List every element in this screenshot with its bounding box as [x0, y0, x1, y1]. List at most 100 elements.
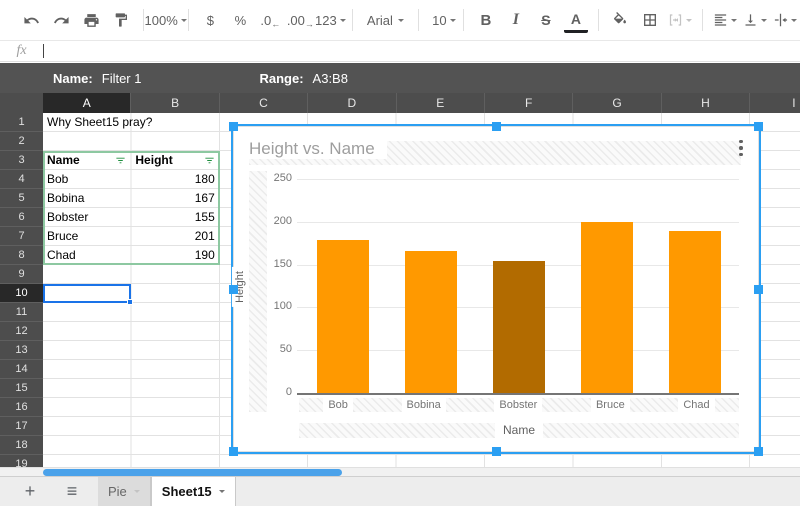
toolbar-separator [417, 9, 419, 31]
row-header-6[interactable]: 6 [0, 208, 43, 227]
text-color-button[interactable]: A [563, 7, 588, 33]
row-header-8[interactable]: 8 [0, 246, 43, 265]
cell-B6[interactable]: 155 [135, 208, 215, 227]
decrease-decimal-button[interactable]: .0 ← [258, 7, 282, 33]
row-header-17[interactable]: 17 [0, 417, 43, 436]
chart-resize-handle[interactable] [754, 122, 763, 131]
chart-resize-handle[interactable] [492, 122, 501, 131]
cell-B3[interactable]: Height [135, 151, 214, 170]
horizontal-scrollbar[interactable] [0, 467, 800, 476]
row-header-3[interactable]: 3 [0, 151, 43, 170]
cell-B4[interactable]: 180 [135, 170, 215, 189]
increase-decimal-button[interactable]: .00 → [287, 7, 314, 33]
borders-button[interactable] [638, 7, 662, 33]
row-header-13[interactable]: 13 [0, 341, 43, 360]
bar-bruce[interactable] [581, 222, 633, 394]
formula-bar[interactable]: fx [0, 40, 800, 62]
row-header-2[interactable]: 2 [0, 132, 43, 151]
zoom-select[interactable]: 100% [145, 7, 187, 33]
chart-menu-button[interactable] [732, 135, 750, 161]
column-header-I[interactable]: I [750, 93, 800, 113]
horizontal-scrollbar-thumb[interactable] [43, 469, 342, 476]
vertical-align-bottom-icon [745, 14, 756, 26]
filter-range-value[interactable]: A3:B8 [313, 71, 348, 86]
row-header-15[interactable]: 15 [0, 379, 43, 398]
row-header-4[interactable]: 4 [0, 170, 43, 189]
print-button[interactable] [79, 7, 103, 33]
filter-view-bar: Name: Filter 1 Range: A3:B8 [0, 63, 800, 93]
fill-handle[interactable] [127, 299, 134, 305]
row-header-16[interactable]: 16 [0, 398, 43, 417]
bar-bobina[interactable] [405, 251, 457, 394]
cell-A3[interactable]: Name [47, 151, 126, 170]
cell-B5[interactable]: 167 [135, 189, 215, 208]
sheet-tab-sheet15[interactable]: Sheet15 [150, 476, 236, 506]
cell-A5[interactable]: Bobina [47, 189, 126, 208]
row-header-1[interactable]: 1 [0, 113, 43, 132]
cell-A6[interactable]: Bobster [47, 208, 126, 227]
column-header-D[interactable]: D [308, 93, 397, 113]
add-sheet-button[interactable]: + [18, 481, 42, 502]
cell-B8[interactable]: 190 [135, 246, 215, 265]
bar-chad[interactable] [669, 231, 721, 394]
fill-color-icon [614, 12, 627, 24]
x-axis-labels: Bob Bobina Bobster Bruce Chad [299, 398, 739, 412]
redo-button[interactable] [49, 7, 73, 33]
font-select[interactable]: Arial [363, 7, 408, 33]
chart-container[interactable]: Height vs. Name Height 0 50 100 150 200 250 B… [229, 122, 763, 456]
chart-resize-handle[interactable] [229, 447, 238, 456]
text-rotation-select[interactable] [773, 7, 798, 33]
strikethrough-button[interactable]: S [534, 7, 558, 33]
y-tick-label: 150 [268, 257, 292, 270]
row-header-14[interactable]: 14 [0, 360, 43, 379]
format-percent-button[interactable]: % [228, 7, 252, 33]
chart-resize-handle[interactable] [229, 285, 238, 294]
sheet-tab-pie[interactable]: Pie [98, 476, 151, 506]
row-header-7[interactable]: 7 [0, 227, 43, 246]
active-cell-selection[interactable] [43, 284, 134, 305]
filter-icon[interactable] [204, 155, 215, 166]
filter-name-value[interactable]: Filter 1 [102, 71, 142, 86]
bar-bob[interactable] [317, 240, 369, 394]
horizontal-align-select[interactable] [713, 7, 738, 33]
chart-resize-handle[interactable] [229, 122, 238, 131]
bar-bobster[interactable] [493, 261, 545, 394]
redo-icon [53, 16, 69, 23]
number-format-select[interactable]: 123 [315, 7, 346, 33]
undo-button[interactable] [19, 7, 43, 33]
toolbar-separator [187, 9, 189, 31]
italic-button[interactable]: I [504, 7, 528, 33]
fill-color-button[interactable] [608, 7, 632, 33]
filter-icon[interactable] [115, 155, 126, 166]
bold-button[interactable]: B [474, 7, 498, 33]
row-header-19[interactable]: 19 [0, 455, 43, 467]
row-header-9[interactable]: 9 [0, 265, 43, 284]
all-sheets-button[interactable]: ≡ [60, 481, 84, 502]
cell-A8[interactable]: Chad [47, 246, 126, 265]
merge-cells-button[interactable] [668, 7, 693, 33]
row-header-10[interactable]: 10 [0, 284, 43, 303]
column-header-E[interactable]: E [397, 93, 485, 113]
column-header-H[interactable]: H [662, 93, 751, 113]
chart-resize-handle[interactable] [754, 285, 763, 294]
chart-resize-handle[interactable] [492, 447, 501, 456]
chevron-down-icon [339, 18, 346, 22]
cell-A4[interactable]: Bob [47, 170, 126, 189]
column-header-F[interactable]: F [485, 93, 574, 113]
row-header-11[interactable]: 11 [0, 303, 43, 322]
row-header-18[interactable]: 18 [0, 436, 43, 455]
cell-label: Name [47, 153, 80, 167]
cell-B7[interactable]: 201 [135, 227, 215, 246]
paint-format-button[interactable] [109, 7, 133, 33]
column-header-A[interactable]: A [43, 93, 132, 113]
cell-A7[interactable]: Bruce [47, 227, 126, 246]
row-header-12[interactable]: 12 [0, 322, 43, 341]
column-header-B[interactable]: B [131, 93, 220, 113]
format-currency-button[interactable]: $ [198, 7, 222, 33]
vertical-align-select[interactable] [743, 7, 768, 33]
column-header-G[interactable]: G [573, 93, 662, 113]
chart-resize-handle[interactable] [754, 447, 763, 456]
column-header-C[interactable]: C [220, 93, 309, 113]
row-header-5[interactable]: 5 [0, 189, 43, 208]
font-size-select[interactable]: 10 [428, 7, 456, 33]
